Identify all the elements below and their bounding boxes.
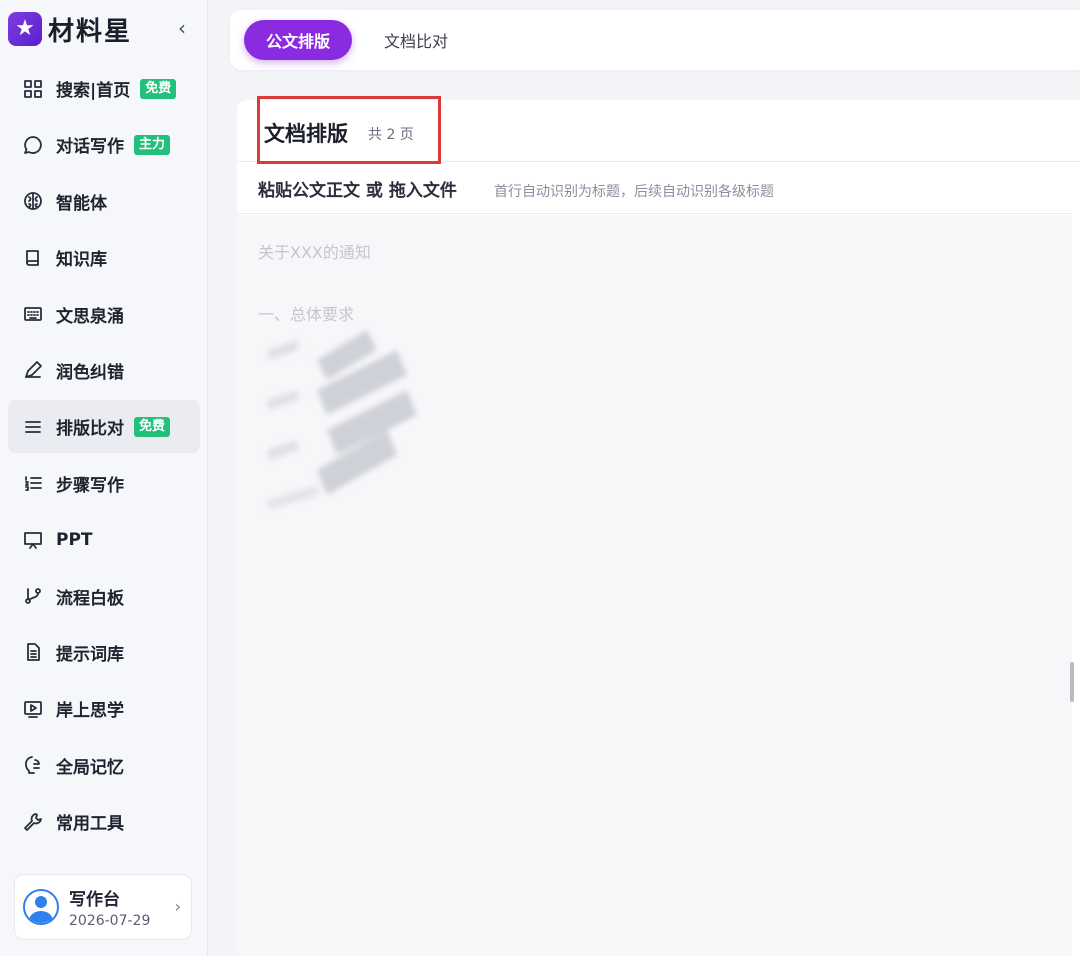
free-badge: 免费	[134, 416, 171, 437]
star-logo-icon: ★	[8, 12, 42, 46]
sidebar-item-step-writing[interactable]: 步骤写作	[8, 457, 200, 510]
memory-icon	[22, 754, 44, 776]
sidebar-item-common-tools[interactable]: 常用工具	[8, 795, 200, 848]
sidebar-item-label: 步骤写作	[56, 475, 124, 496]
sidebar-item-agents[interactable]: 智能体	[8, 175, 200, 228]
sidebar: ★ 材料星 ‹ 搜索|首页 免费 对话写作 主力 智能体 知识库 文思泉涌 润色…	[0, 0, 208, 956]
pencil-icon	[22, 359, 44, 381]
chat-bubble-icon	[22, 134, 44, 156]
chevron-right-icon: ›	[174, 897, 181, 916]
main-badge: 主力	[134, 134, 171, 155]
sidebar-item-label: 提示词库	[56, 644, 124, 665]
sidebar-item-ppt[interactable]: PPT	[8, 513, 200, 566]
keyboard-icon	[22, 303, 44, 325]
document-card: 文档排版 共 2 页 粘贴公文正文 或 拖入文件 首行自动识别为标题，后续自动识…	[237, 96, 1080, 956]
grid-icon	[22, 78, 44, 100]
sidebar-item-label: 知识库	[56, 250, 107, 271]
tab-official-layout[interactable]: 公文排版	[244, 20, 353, 60]
sidebar-item-layout-compare[interactable]: 排版比对 免费	[8, 400, 200, 454]
brand-logo[interactable]: ★ 材料星 ‹	[8, 10, 200, 48]
menu-lines-icon	[22, 416, 44, 438]
sidebar-item-global-memory[interactable]: 全局记忆	[8, 739, 200, 792]
sidebar-item-polish[interactable]: 润色纠错	[8, 344, 200, 397]
brain-icon	[22, 190, 44, 212]
sidebar-item-label: 智能体	[56, 193, 107, 214]
sidebar-item-flow-whiteboard[interactable]: 流程白板	[8, 570, 200, 623]
sidebar-item-label: 文思泉涌	[56, 306, 124, 327]
avatar	[23, 889, 59, 925]
workspace-date: 2026-07-29	[69, 913, 151, 929]
sidebar-item-ideas[interactable]: 文思泉涌	[8, 288, 200, 341]
sidebar-item-label: PPT	[56, 529, 93, 550]
sidebar-item-label: 全局记忆	[56, 757, 124, 778]
document-header: 文档排版 共 2 页	[237, 96, 1080, 164]
placeholder-blur-graphic	[267, 330, 417, 510]
chevron-left-icon[interactable]: ‹	[178, 16, 186, 40]
sidebar-item-label: 对话写作	[56, 137, 124, 158]
free-badge: 免费	[140, 78, 177, 99]
sidebar-item-label: 常用工具	[56, 814, 124, 835]
presentation-icon	[22, 529, 44, 551]
sidebar-item-label: 岸上思学	[56, 701, 124, 722]
wrench-icon	[22, 811, 44, 833]
book-icon	[22, 247, 44, 269]
video-play-icon	[22, 698, 44, 720]
sidebar-item-label: 润色纠错	[56, 362, 124, 383]
sidebar-item-label: 排版比对	[56, 419, 124, 440]
scrollbar-handle[interactable]	[1070, 662, 1074, 702]
annotation-highlight-box	[257, 96, 441, 164]
workspace-title: 写作台	[69, 890, 120, 910]
flow-branch-icon	[22, 585, 44, 607]
paste-hint: 首行自动识别为标题，后续自动识别各级标题	[494, 184, 774, 200]
sidebar-item-chat-writing[interactable]: 对话写作 主力	[8, 118, 200, 171]
brand-name: 材料星	[48, 16, 133, 47]
sidebar-item-learning[interactable]: 岸上思学	[8, 682, 200, 735]
sidebar-item-prompt-library[interactable]: 提示词库	[8, 626, 200, 679]
document-editor[interactable]: 关于XXX的通知 一、总体要求	[237, 215, 1072, 956]
tab-document-compare[interactable]: 文档比对	[362, 20, 470, 60]
workspace-card[interactable]: 写作台 2026-07-29 ›	[14, 874, 192, 940]
paste-instruction: 粘贴公文正文 或 拖入文件	[258, 181, 457, 201]
sidebar-item-knowledge-base[interactable]: 知识库	[8, 231, 200, 284]
sidebar-item-label: 搜索|首页	[56, 81, 131, 101]
numbered-list-icon	[22, 472, 44, 494]
sidebar-item-label: 流程白板	[56, 588, 124, 609]
document-icon	[22, 641, 44, 663]
sidebar-item-search-home[interactable]: 搜索|首页 免费	[8, 62, 200, 115]
top-tab-bar: 公文排版 文档比对	[230, 10, 1080, 70]
placeholder-title: 关于XXX的通知	[258, 243, 371, 262]
paste-instruction-row: 粘贴公文正文 或 拖入文件 首行自动识别为标题，后续自动识别各级标题	[237, 162, 1072, 214]
sidebar-nav: 搜索|首页 免费 对话写作 主力 智能体 知识库 文思泉涌 润色纠错 排版比对 …	[8, 62, 200, 851]
